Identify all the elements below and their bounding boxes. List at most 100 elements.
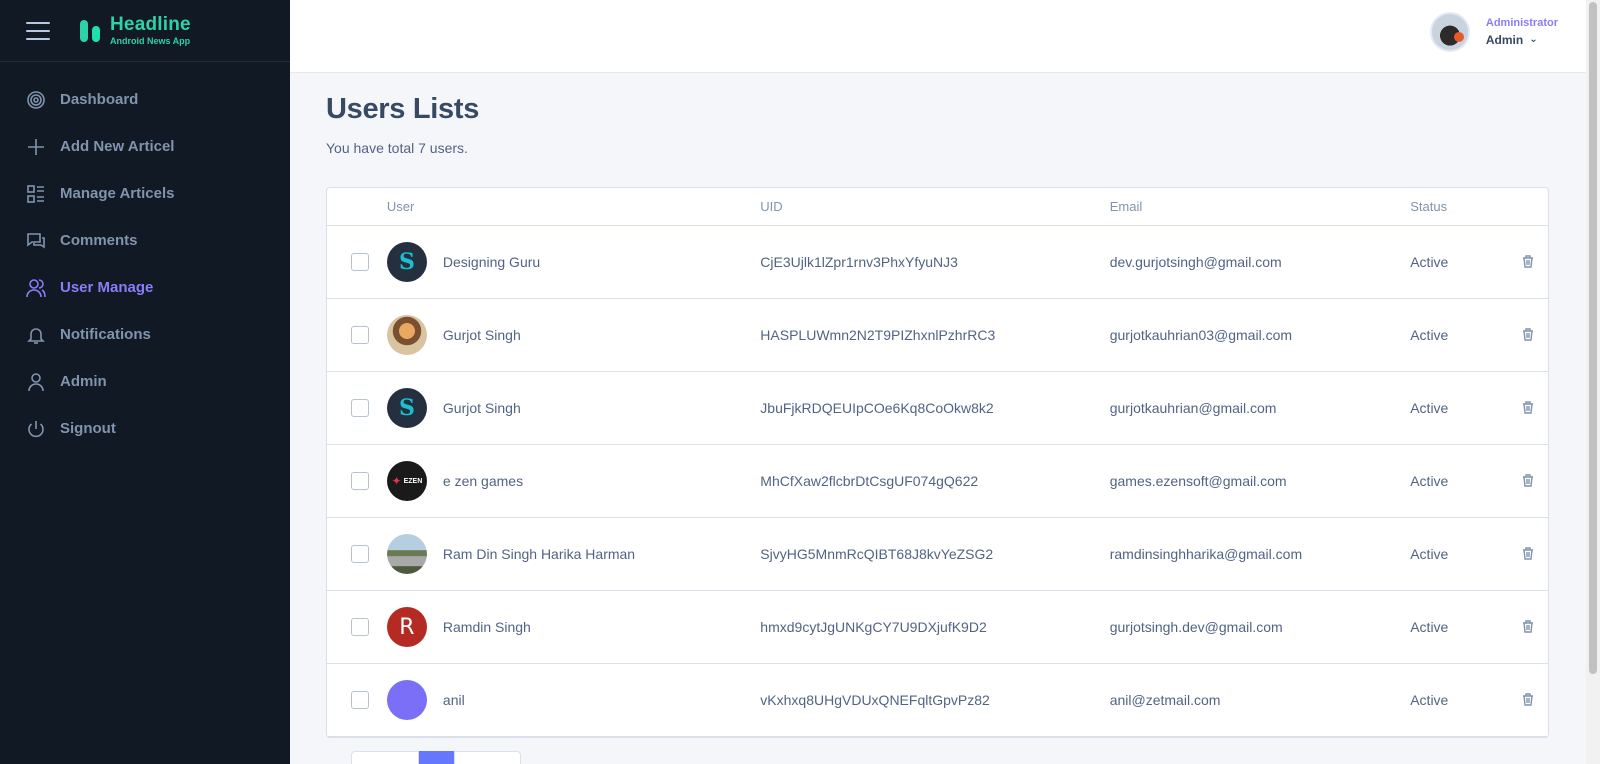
users-table: User UID Email Status S Designing Guru C…	[326, 187, 1549, 764]
avatar	[386, 680, 427, 720]
table-header: User UID Email Status	[327, 188, 1548, 226]
sidebar-item-label: Manage Articels	[60, 185, 175, 202]
user-name: Gurjot Singh	[442, 327, 521, 343]
sidebar: Headline Android News App Dashboard Add …	[0, 0, 290, 764]
trash-icon[interactable]	[1522, 328, 1536, 342]
row-checkbox[interactable]	[350, 618, 369, 636]
page-title: Users Lists	[326, 93, 480, 125]
user-uid: hmxd9cytJgUNKgCY7U9DXjufK9D2	[760, 619, 987, 635]
user-name: e zen games	[442, 473, 524, 489]
chevron-down-icon[interactable]: ⌄	[1529, 34, 1537, 46]
page-subtitle: You have total 7 users.	[326, 140, 468, 156]
logo-mark-icon	[80, 18, 102, 44]
users-icon	[25, 277, 47, 299]
sidebar-item-signout[interactable]: Signout	[0, 405, 290, 452]
user-email: gurjotkauhrian@gmail.com	[1109, 400, 1277, 416]
sidebar-item-user-manage[interactable]: User Manage	[0, 264, 290, 311]
avatar: S	[386, 242, 427, 282]
sidebar-item-dashboard[interactable]: Dashboard	[0, 76, 290, 123]
user-name: Gurjot Singh	[442, 400, 521, 416]
sidebar-item-notifications[interactable]: Notifications	[0, 311, 290, 358]
user-uid: SjvyHG5MnmRcQIBT68J8kvYeZSG2	[760, 546, 994, 562]
brand-logo[interactable]: Headline Android News App	[80, 15, 191, 46]
column-header-uid: UID	[760, 199, 783, 214]
avatar[interactable]	[1429, 12, 1470, 52]
brand-title: Headline	[110, 14, 191, 35]
sidebar-item-comments[interactable]: Comments	[0, 217, 290, 264]
sidebar-item-label: User Manage	[60, 279, 154, 296]
column-header-user: User	[386, 199, 415, 214]
sidebar-item-label: Comments	[60, 232, 138, 249]
sidebar-header: Headline Android News App	[0, 0, 290, 62]
row-checkbox[interactable]	[350, 472, 369, 490]
user-icon	[25, 371, 47, 393]
sidebar-item-add-article[interactable]: Add New Articel	[0, 123, 290, 170]
row-checkbox[interactable]	[350, 326, 369, 344]
user-uid: MhCfXaw2flcbrDtCsgUF074gQ622	[760, 473, 979, 489]
pagination-next[interactable]	[454, 751, 521, 764]
pagination-page-active[interactable]	[419, 751, 454, 764]
grid-list-icon	[25, 183, 47, 205]
trash-icon[interactable]	[1522, 255, 1536, 269]
scrollbar-thumb[interactable]	[1589, 2, 1597, 674]
user-email: gurjotkauhrian03@gmail.com	[1109, 327, 1293, 343]
user-uid: JbuFjkRDQEUIpCOe6Kq8CoOkw8k2	[760, 400, 994, 416]
user-name: Admin	[1485, 32, 1524, 47]
avatar: ✦ EZEN	[386, 461, 427, 501]
user-name: Ramdin Singh	[442, 619, 531, 635]
user-dropdown[interactable]: Administrator Admin ⌄	[1429, 12, 1558, 52]
avatar-logo-text: EZEN	[403, 477, 423, 485]
sidebar-item-admin[interactable]: Admin	[0, 358, 290, 405]
trash-icon[interactable]	[1522, 693, 1536, 707]
table-row: Ram Din Singh Harika Harman SjvyHG5MnmRc…	[327, 518, 1548, 591]
status-text: Active	[1410, 473, 1449, 489]
row-checkbox[interactable]	[350, 545, 369, 563]
column-header-email: Email	[1109, 199, 1143, 214]
avatar: S	[386, 388, 427, 428]
user-email: gurjotsingh.dev@gmail.com	[1109, 619, 1283, 635]
table-row: S Gurjot Singh JbuFjkRDQEUIpCOe6Kq8CoOkw…	[327, 372, 1548, 445]
user-email: dev.gurjotsingh@gmail.com	[1109, 254, 1282, 270]
user-email: anil@zetmail.com	[1109, 692, 1221, 708]
plus-icon	[25, 136, 47, 158]
user-email: games.ezensoft@gmail.com	[1109, 473, 1287, 489]
avatar: R	[386, 607, 427, 647]
table-row: S Designing Guru CjE3Ujlk1lZpr1rnv3PhxYf…	[327, 226, 1548, 299]
pagination	[351, 751, 521, 764]
user-email: ramdinsinghharika@gmail.com	[1109, 546, 1303, 562]
trash-icon[interactable]	[1522, 547, 1536, 561]
trash-icon[interactable]	[1522, 401, 1536, 415]
sidebar-item-manage-articles[interactable]: Manage Articels	[0, 170, 290, 217]
trash-icon[interactable]	[1522, 620, 1536, 634]
sidebar-item-label: Add New Articel	[60, 138, 175, 155]
trash-icon[interactable]	[1522, 474, 1536, 488]
sidebar-item-label: Dashboard	[60, 91, 139, 108]
user-name: Designing Guru	[442, 254, 541, 270]
table-row: R Ramdin Singh hmxd9cytJgUNKgCY7U9DXjufK…	[327, 591, 1548, 664]
avatar	[386, 315, 427, 355]
user-name: Ram Din Singh Harika Harman	[442, 546, 636, 562]
user-name: anil	[442, 692, 465, 708]
sidebar-item-label: Notifications	[60, 326, 151, 343]
comments-icon	[25, 230, 47, 252]
user-role: Administrator	[1485, 16, 1558, 29]
row-checkbox[interactable]	[350, 399, 369, 417]
row-checkbox[interactable]	[350, 253, 369, 271]
power-icon	[25, 418, 47, 440]
sidebar-item-label: Admin	[60, 373, 107, 390]
menu-toggle-icon[interactable]	[26, 21, 50, 40]
user-uid: CjE3Ujlk1lZpr1rnv3PhxYfyuNJ3	[760, 254, 958, 270]
table-row: Gurjot Singh HASPLUWmn2N2T9PIZhxnlPzhrRC…	[327, 299, 1548, 372]
row-checkbox[interactable]	[350, 691, 369, 709]
column-header-status: Status	[1410, 199, 1448, 214]
table-row: ✦ EZEN e zen games MhCfXaw2flcbrDtCsgUF07…	[327, 445, 1548, 518]
pagination-prev[interactable]	[351, 751, 419, 764]
user-uid: HASPLUWmn2N2T9PIZhxnlPzhrRC3	[760, 327, 996, 343]
avatar	[386, 534, 427, 574]
status-text: Active	[1410, 327, 1449, 343]
brand-subtitle: Android News App	[110, 36, 191, 46]
status-text: Active	[1410, 254, 1449, 270]
table-row: anil vKxhxq8UHgVDUxQNEFqltGpvPz82 anil@z…	[327, 664, 1548, 737]
user-uid: vKxhxq8UHgVDUxQNEFqltGpvPz82	[760, 692, 990, 708]
scrollbar[interactable]	[1586, 0, 1600, 764]
